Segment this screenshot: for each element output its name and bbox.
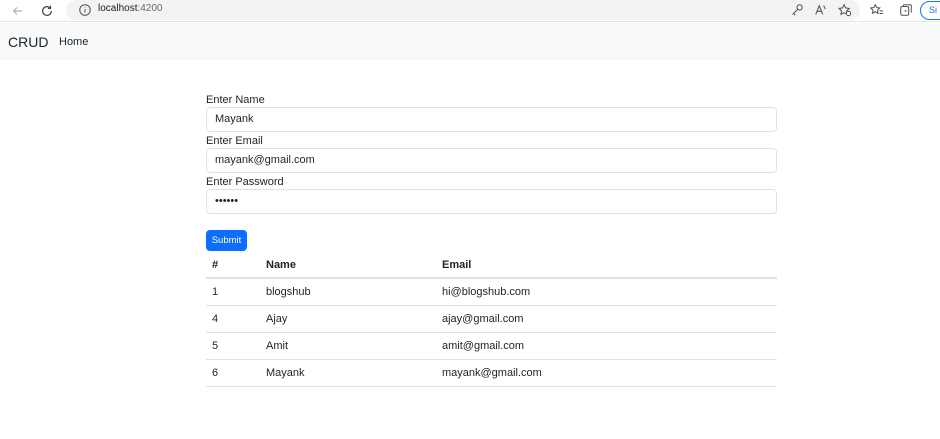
- column-header-id: #: [206, 252, 260, 279]
- cell-name: Amit: [260, 332, 436, 360]
- cell-email: mayank@gmail.com: [436, 359, 777, 387]
- password-input[interactable]: ••••••: [206, 189, 777, 214]
- table-row: 5 Amit amit@gmail.com: [206, 332, 777, 360]
- url-port: :4200: [137, 3, 163, 14]
- reload-icon[interactable]: [38, 2, 56, 20]
- cell-name: Ajay: [260, 305, 436, 333]
- column-header-name: Name: [260, 252, 436, 279]
- favorites-icon[interactable]: [869, 3, 884, 17]
- key-icon[interactable]: [790, 3, 804, 17]
- navbar-brand[interactable]: CRUD: [8, 34, 48, 50]
- back-icon[interactable]: [9, 2, 27, 20]
- table-row: 1 blogshub hi@blogshub.com: [206, 278, 777, 306]
- browser-toolbar: localhost:4200 Si: [0, 0, 940, 22]
- address-bar[interactable]: localhost:4200: [66, 0, 860, 20]
- users-table: # Name Email 1 blogshub hi@blogshub.com …: [206, 252, 777, 387]
- cell-email: amit@gmail.com: [436, 332, 777, 360]
- table-row: 6 Mayank mayank@gmail.com: [206, 359, 777, 387]
- table-row: 4 Ajay ajay@gmail.com: [206, 305, 777, 333]
- cell-id: 1: [206, 278, 260, 306]
- column-header-email: Email: [436, 252, 777, 279]
- cell-email: ajay@gmail.com: [436, 305, 777, 333]
- email-input[interactable]: mayank@gmail.com: [206, 148, 777, 173]
- email-label: Enter Email: [206, 135, 263, 147]
- email-field-group: Enter Email mayank@gmail.com: [206, 135, 777, 176]
- collections-icon[interactable]: [899, 3, 913, 17]
- submit-button[interactable]: Submit: [206, 230, 247, 251]
- nav-link-home[interactable]: Home: [59, 36, 88, 48]
- name-input[interactable]: Mayank: [206, 107, 777, 132]
- cell-id: 5: [206, 332, 260, 360]
- read-aloud-icon[interactable]: [814, 3, 828, 17]
- password-label: Enter Password: [206, 176, 284, 188]
- app-navbar: CRUD Home: [0, 23, 940, 60]
- cell-name: Mayank: [260, 359, 436, 387]
- cell-name: blogshub: [260, 278, 436, 306]
- cell-id: 4: [206, 305, 260, 333]
- sign-in-button[interactable]: Si: [920, 1, 940, 20]
- table-header-row: # Name Email: [206, 252, 777, 279]
- url-host: localhost: [98, 3, 138, 14]
- url-text[interactable]: localhost:4200: [98, 3, 163, 14]
- cell-email: hi@blogshub.com: [436, 278, 777, 306]
- add-favorite-icon[interactable]: [837, 3, 852, 17]
- name-label: Enter Name: [206, 94, 265, 106]
- site-info-icon[interactable]: [78, 3, 92, 17]
- cell-id: 6: [206, 359, 260, 387]
- name-field-group: Enter Name Mayank: [206, 94, 777, 135]
- password-field-group: Enter Password ••••••: [206, 176, 777, 217]
